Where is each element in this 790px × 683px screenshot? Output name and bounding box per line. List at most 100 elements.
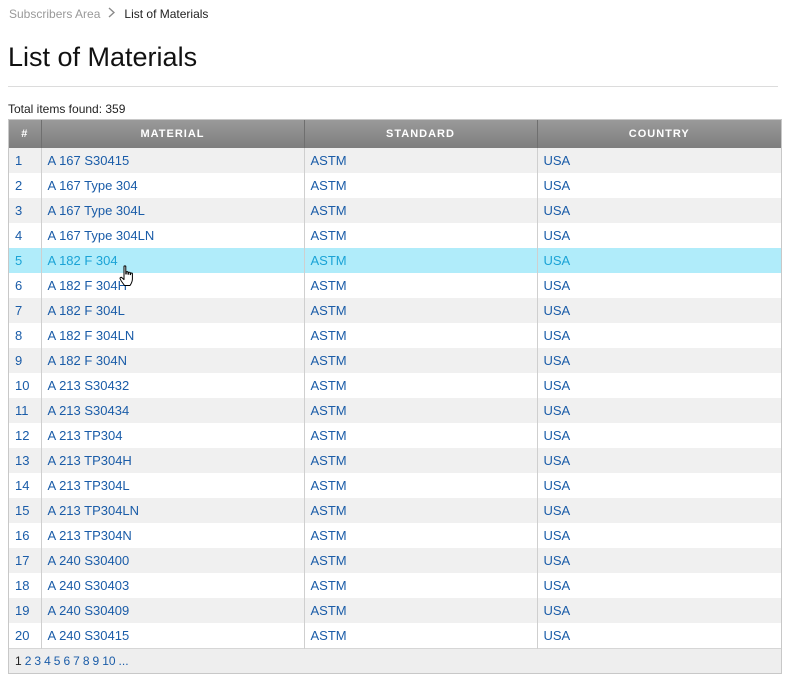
country-link[interactable]: USA: [544, 203, 571, 218]
row-number-link[interactable]: 4: [15, 228, 22, 243]
page-link[interactable]: 5: [54, 654, 61, 668]
standard-link[interactable]: ASTM: [311, 203, 347, 218]
row-number-link[interactable]: 2: [15, 178, 22, 193]
country-link[interactable]: USA: [544, 528, 571, 543]
row-number-link[interactable]: 18: [15, 578, 29, 593]
page-link[interactable]: 4: [44, 654, 51, 668]
country-link[interactable]: USA: [544, 628, 571, 643]
standard-link[interactable]: ASTM: [311, 328, 347, 343]
page-link[interactable]: 3: [34, 654, 41, 668]
row-number-link[interactable]: 14: [15, 478, 29, 493]
row-number-link[interactable]: 16: [15, 528, 29, 543]
country-link[interactable]: USA: [544, 278, 571, 293]
material-link[interactable]: A 182 F 304N: [48, 353, 128, 368]
country-link[interactable]: USA: [544, 303, 571, 318]
standard-link[interactable]: ASTM: [311, 253, 347, 268]
standard-link[interactable]: ASTM: [311, 603, 347, 618]
country-link[interactable]: USA: [544, 353, 571, 368]
table-row[interactable]: 14 A 213 TP304L ASTM USA: [9, 473, 781, 498]
standard-link[interactable]: ASTM: [311, 303, 347, 318]
table-row[interactable]: 5 A 182 F 304 ASTM USA: [9, 248, 781, 273]
material-link[interactable]: A 167 Type 304L: [48, 203, 145, 218]
standard-link[interactable]: ASTM: [311, 378, 347, 393]
row-number-link[interactable]: 10: [15, 378, 29, 393]
material-link[interactable]: A 182 F 304H: [48, 278, 128, 293]
table-row[interactable]: 6 A 182 F 304H ASTM USA: [9, 273, 781, 298]
page-link[interactable]: 9: [93, 654, 100, 668]
page-link-more[interactable]: ...: [119, 654, 129, 668]
material-link[interactable]: A 213 TP304: [48, 428, 123, 443]
standard-link[interactable]: ASTM: [311, 478, 347, 493]
table-row[interactable]: 7 A 182 F 304L ASTM USA: [9, 298, 781, 323]
standard-link[interactable]: ASTM: [311, 628, 347, 643]
material-link[interactable]: A 213 TP304H: [48, 453, 132, 468]
standard-link[interactable]: ASTM: [311, 428, 347, 443]
country-link[interactable]: USA: [544, 178, 571, 193]
country-link[interactable]: USA: [544, 378, 571, 393]
row-number-link[interactable]: 19: [15, 603, 29, 618]
country-link[interactable]: USA: [544, 553, 571, 568]
table-row[interactable]: 8 A 182 F 304LN ASTM USA: [9, 323, 781, 348]
table-row[interactable]: 17 A 240 S30400 ASTM USA: [9, 548, 781, 573]
row-number-link[interactable]: 15: [15, 503, 29, 518]
material-link[interactable]: A 213 TP304L: [48, 478, 130, 493]
standard-link[interactable]: ASTM: [311, 503, 347, 518]
row-number-link[interactable]: 17: [15, 553, 29, 568]
material-link[interactable]: A 167 S30415: [48, 153, 130, 168]
material-link[interactable]: A 213 S30434: [48, 403, 130, 418]
page-link[interactable]: 6: [63, 654, 70, 668]
column-header-country[interactable]: COUNTRY: [537, 120, 781, 148]
standard-link[interactable]: ASTM: [311, 353, 347, 368]
standard-link[interactable]: ASTM: [311, 403, 347, 418]
table-row[interactable]: 13 A 213 TP304H ASTM USA: [9, 448, 781, 473]
material-link[interactable]: A 240 S30403: [48, 578, 130, 593]
row-number-link[interactable]: 9: [15, 353, 22, 368]
material-link[interactable]: A 182 F 304L: [48, 303, 125, 318]
table-row[interactable]: 16 A 213 TP304N ASTM USA: [9, 523, 781, 548]
country-link[interactable]: USA: [544, 428, 571, 443]
row-number-link[interactable]: 8: [15, 328, 22, 343]
row-number-link[interactable]: 20: [15, 628, 29, 643]
row-number-link[interactable]: 5: [15, 253, 22, 268]
standard-link[interactable]: ASTM: [311, 553, 347, 568]
material-link[interactable]: A 167 Type 304: [48, 178, 138, 193]
country-link[interactable]: USA: [544, 153, 571, 168]
column-header-standard[interactable]: STANDARD: [304, 120, 538, 148]
material-link[interactable]: A 213 TP304LN: [48, 503, 140, 518]
material-link[interactable]: A 167 Type 304LN: [48, 228, 155, 243]
page-link[interactable]: 2: [25, 654, 32, 668]
row-number-link[interactable]: 6: [15, 278, 22, 293]
table-row[interactable]: 15 A 213 TP304LN ASTM USA: [9, 498, 781, 523]
material-link[interactable]: A 213 S30432: [48, 378, 130, 393]
table-row[interactable]: 10 A 213 S30432 ASTM USA: [9, 373, 781, 398]
country-link[interactable]: USA: [544, 578, 571, 593]
material-link[interactable]: A 182 F 304LN: [48, 328, 135, 343]
standard-link[interactable]: ASTM: [311, 578, 347, 593]
page-link[interactable]: 10: [102, 654, 115, 668]
table-row[interactable]: 19 A 240 S30409 ASTM USA: [9, 598, 781, 623]
table-row[interactable]: 12 A 213 TP304 ASTM USA: [9, 423, 781, 448]
page-link[interactable]: 8: [83, 654, 90, 668]
standard-link[interactable]: ASTM: [311, 153, 347, 168]
country-link[interactable]: USA: [544, 478, 571, 493]
country-link[interactable]: USA: [544, 453, 571, 468]
standard-link[interactable]: ASTM: [311, 278, 347, 293]
table-row[interactable]: 3 A 167 Type 304L ASTM USA: [9, 198, 781, 223]
standard-link[interactable]: ASTM: [311, 528, 347, 543]
row-number-link[interactable]: 7: [15, 303, 22, 318]
table-row[interactable]: 1 A 167 S30415 ASTM USA: [9, 148, 781, 173]
country-link[interactable]: USA: [544, 503, 571, 518]
table-row[interactable]: 20 A 240 S30415 ASTM USA: [9, 623, 781, 649]
table-row[interactable]: 4 A 167 Type 304LN ASTM USA: [9, 223, 781, 248]
breadcrumb-link-subscribers-area[interactable]: Subscribers Area: [9, 7, 100, 21]
material-link[interactable]: A 240 S30415: [48, 628, 130, 643]
row-number-link[interactable]: 1: [15, 153, 22, 168]
column-header-number[interactable]: #: [9, 120, 42, 148]
row-number-link[interactable]: 13: [15, 453, 29, 468]
page-link[interactable]: 7: [73, 654, 80, 668]
table-row[interactable]: 11 A 213 S30434 ASTM USA: [9, 398, 781, 423]
standard-link[interactable]: ASTM: [311, 453, 347, 468]
table-row[interactable]: 18 A 240 S30403 ASTM USA: [9, 573, 781, 598]
country-link[interactable]: USA: [544, 603, 571, 618]
table-row[interactable]: 2 A 167 Type 304 ASTM USA: [9, 173, 781, 198]
